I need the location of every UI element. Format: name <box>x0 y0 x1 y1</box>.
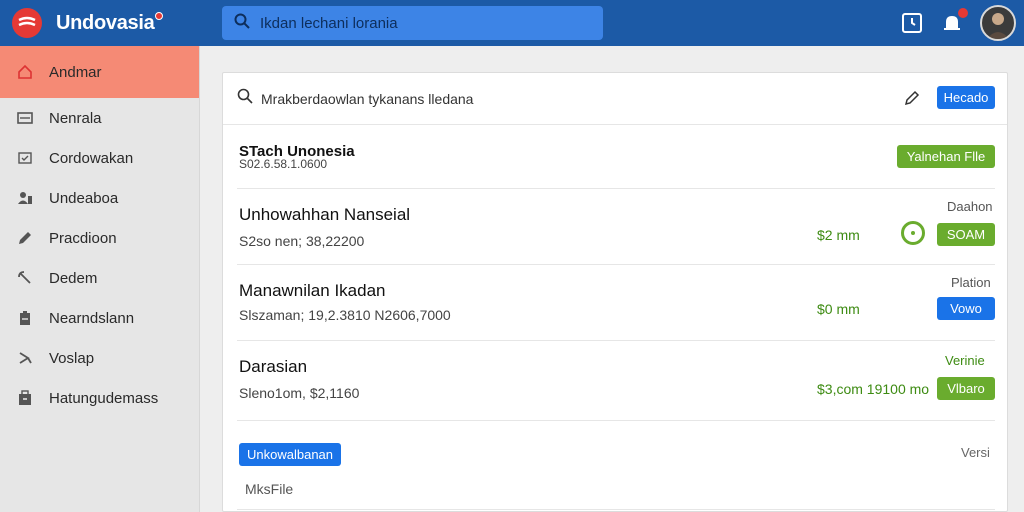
list-item[interactable]: Darasian Sleno1om, $2,1160 $3,com 19100 … <box>237 341 995 421</box>
sidebar-item-6[interactable]: Nearndslann <box>0 298 199 338</box>
home-icon <box>16 63 34 81</box>
item-subtitle: S2so nen; 38,22200 <box>239 233 365 249</box>
app-name: Undovasia <box>56 11 155 34</box>
edit-icon[interactable] <box>903 89 923 109</box>
sidebar-item-2[interactable]: Cordowakan <box>0 138 199 178</box>
search-icon <box>234 13 250 34</box>
list-icon <box>16 109 34 127</box>
item-title: Darasian <box>239 357 308 376</box>
header-action-button[interactable]: Hecado <box>937 86 995 109</box>
sidebar-item-0[interactable]: Andmar <box>0 46 199 98</box>
item-status: Verinie <box>945 353 985 368</box>
item-action-button[interactable]: Yalnehan Flle <box>897 145 995 168</box>
item-subtitle: Slszaman; 19,2.3810 N2606,7000 <box>239 307 451 323</box>
item-price: $3,com 19100 mo <box>817 381 930 397</box>
sidebar-item-1[interactable]: Nenrala <box>0 98 199 138</box>
item-subtitle: S02.6.58.1.0600 <box>239 157 328 171</box>
item-title: Manawnilan Ikadan <box>239 281 386 300</box>
sidebar-item-3[interactable]: Undeaboa <box>0 178 199 218</box>
sidebar-item-4[interactable]: Pracdioon <box>0 218 199 258</box>
sidebar-item-label: Undeaboa <box>49 189 119 207</box>
sidebar-item-label: Hatungudemass <box>49 389 159 407</box>
archive-icon <box>16 389 34 407</box>
footer-text: MksFile <box>245 481 294 497</box>
item-subtitle: Sleno1om, $2,1160 <box>239 385 360 401</box>
avatar[interactable] <box>980 5 1016 41</box>
brand-badge-icon <box>155 12 164 20</box>
pencil-icon <box>16 229 34 247</box>
notification-badge <box>958 8 968 18</box>
checkbox-icon <box>16 149 34 167</box>
footer-tag: Versi <box>961 445 990 460</box>
brand[interactable]: Undovasia <box>12 6 164 40</box>
item-status: Plation <box>951 275 991 290</box>
arrow-icon <box>16 349 34 367</box>
top-actions <box>900 4 1016 42</box>
sidebar-item-label: Andmar <box>49 63 102 81</box>
logo-icon <box>12 8 42 38</box>
item-price: $2 mm <box>817 227 860 243</box>
status-ring-icon[interactable] <box>901 221 925 245</box>
clock-icon[interactable] <box>900 11 924 35</box>
list-item[interactable]: Manawnilan Ikadan Slszaman; 19,2.3810 N2… <box>237 265 995 341</box>
sidebar-item-label: Voslap <box>49 349 95 367</box>
clipboard-icon <box>16 309 34 327</box>
sidebar-item-label: Dedem <box>49 269 98 287</box>
item-title: Unhowahhan Nanseial <box>239 205 411 224</box>
item-price: $0 mm <box>817 301 860 317</box>
item-action-button[interactable]: Vowo <box>937 297 995 320</box>
sidebar-item-5[interactable]: Dedem <box>0 258 199 298</box>
item-status: Daahon <box>947 199 993 214</box>
item-action-button[interactable]: Vlbaro <box>937 377 995 400</box>
top-bar: Undovasia Ikdan lechani lorania <box>0 0 1024 46</box>
list-item[interactable]: STach Unonesia S02.6.58.1.0600 Yalnehan … <box>237 127 995 189</box>
item-action-button[interactable]: SOAM <box>937 223 995 246</box>
sidebar-item-label: Pracdioon <box>49 229 117 247</box>
main-card: Mrakberdaowlan tykanans lledana Hecado S… <box>222 72 1008 512</box>
users-icon <box>16 189 34 207</box>
wrench-icon <box>16 269 34 287</box>
footer-button[interactable]: Unkowalbanan <box>239 443 341 466</box>
sidebar-item-label: Nenrala <box>49 109 102 127</box>
sidebar-item-8[interactable]: Hatungudemass <box>0 378 199 418</box>
notifications-icon[interactable] <box>940 8 968 35</box>
sidebar-item-7[interactable]: Voslap <box>0 338 199 378</box>
divider <box>237 509 995 510</box>
sidebar-item-label: Nearndslann <box>49 309 135 327</box>
card-search-query[interactable]: Mrakberdaowlan tykanans lledana <box>261 91 473 107</box>
search-icon <box>237 88 253 109</box>
search-bar[interactable]: Ikdan lechani lorania <box>222 6 603 40</box>
sidebar: Andmar Nenrala Cordowakan Undeaboa Pracd… <box>0 46 200 512</box>
list-item[interactable]: Unhowahhan Nanseial S2so nen; 38,22200 $… <box>237 189 995 265</box>
sidebar-item-label: Cordowakan <box>49 149 134 167</box>
search-input[interactable]: Ikdan lechani lorania <box>260 15 398 32</box>
card-header: Mrakberdaowlan tykanans lledana Hecado <box>223 73 1007 125</box>
